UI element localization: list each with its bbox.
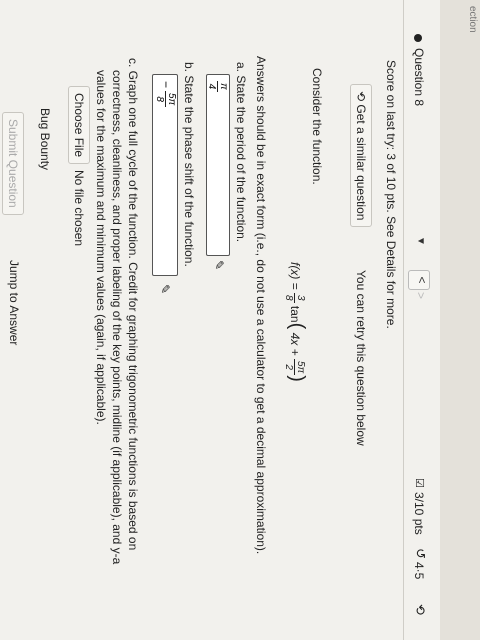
period-answer-fraction: π4 <box>206 81 229 92</box>
question-title: Question 8 <box>412 48 426 107</box>
refresh-icon: ⟲ <box>413 604 428 615</box>
score-text: Score on last try: 3 of 10 pts. See Deta… <box>384 60 398 329</box>
next-question-button[interactable]: > <box>414 292 428 299</box>
rotated-screen: ection Question 8 ▼ < > ☑ 3/10 pts ↺ 4·5… <box>0 0 480 640</box>
points-badge: 3/10 pts <box>412 492 426 535</box>
bug-bounty-link[interactable]: Bug Bounty <box>38 108 52 170</box>
phase-denominator: 8 <box>154 96 165 102</box>
previous-panel-edge: ection <box>440 0 480 640</box>
shift-numerator: 5π <box>293 358 306 376</box>
pencil-icon[interactable]: ✎ <box>212 260 226 270</box>
part-c-line-2: correctness, cleanliness, and proper lab… <box>110 70 124 565</box>
question-panel: Question 8 ▼ < > ☑ 3/10 pts ↺ 4·5 ⟲ Bug … <box>0 0 440 640</box>
equation-inner: 4x + <box>288 332 302 356</box>
jump-to-answer-link[interactable]: Jump to Answer <box>7 260 21 345</box>
question-dropdown-caret-icon[interactable]: ▼ <box>415 236 426 246</box>
instructions-text: Answers should be in exact form (i.e., d… <box>254 56 268 555</box>
phase-answer-fraction: 5π 8 <box>154 91 177 108</box>
choose-file-button[interactable]: Choose File <box>68 86 90 165</box>
tan-function: tan <box>288 305 302 323</box>
section-tab-fragment: ection <box>467 6 478 33</box>
status-dot-icon <box>414 34 422 42</box>
phase-sign: − <box>159 81 173 89</box>
part-c-line-1: c. Graph one full cycle of the function.… <box>126 58 140 551</box>
coef-denominator: 8 <box>282 295 294 301</box>
retry-count: 4·5 <box>412 562 426 580</box>
refresh-small-icon: ⟲ <box>354 91 368 105</box>
period-numerator: π <box>217 81 229 92</box>
part-c-line-3: values for the maximum and minimum value… <box>94 70 108 425</box>
retry-icon: ↺ <box>413 548 428 559</box>
similar-question-button[interactable]: ⟲ Get a similar question <box>350 84 372 228</box>
question-header: Question 8 ▼ < > ☑ 3/10 pts ↺ 4·5 ⟲ <box>403 0 432 640</box>
period-answer-input[interactable]: π4 <box>206 74 230 256</box>
checkbox-icon: ☑ <box>413 478 425 488</box>
submit-question-button[interactable]: Submit Question <box>2 112 24 215</box>
previous-question-button[interactable]: < <box>408 270 430 290</box>
period-denominator: 4 <box>206 83 217 90</box>
part-a-text: a. State the period of the function. <box>234 62 248 243</box>
pencil-icon[interactable]: ✎ <box>158 284 172 294</box>
similar-question-label: Get a similar question <box>354 104 368 221</box>
retry-text: You can retry this question below <box>354 270 368 446</box>
coefficient-fraction: 38 <box>283 293 306 303</box>
part-b-text: b. State the phase shift of the function… <box>182 62 196 267</box>
shift-denominator: 2 <box>282 364 294 370</box>
no-file-status: No file chosen <box>72 170 86 247</box>
equation-lhs: f(x) = <box>288 262 302 290</box>
coef-numerator: 3 <box>293 293 306 303</box>
shift-fraction: 5π 2 <box>282 358 306 376</box>
function-equation: f(x) = 38 tan( 4x + 5π 2) <box>282 262 308 382</box>
phase-numerator: 5π <box>165 91 177 108</box>
phase-shift-answer-input[interactable]: − 5π 8 <box>152 74 178 276</box>
consider-text: Consider the function. <box>310 68 324 185</box>
